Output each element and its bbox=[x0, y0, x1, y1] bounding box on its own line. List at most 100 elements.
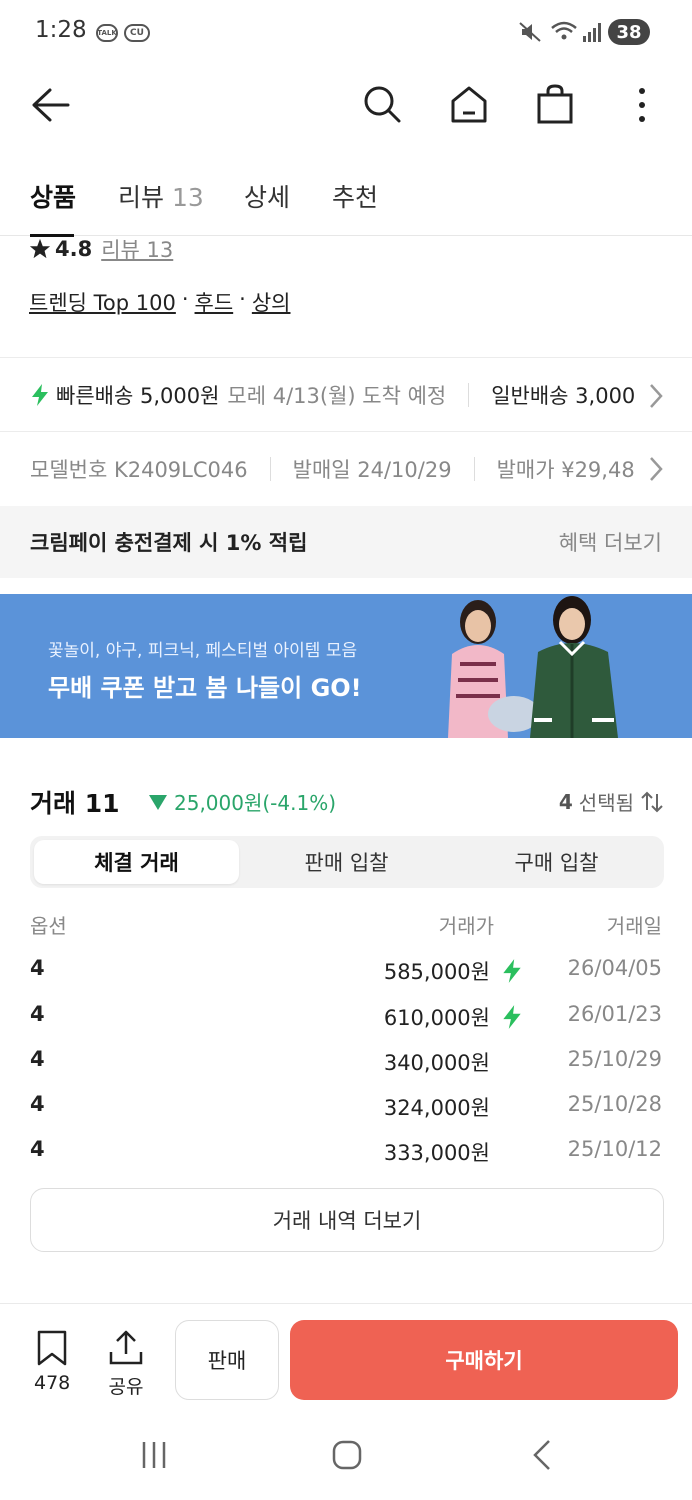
top-header bbox=[0, 64, 692, 148]
trade-table-header: 옵션 거래가 거래일 bbox=[30, 910, 664, 940]
trade-price: 610,000원 bbox=[383, 1006, 490, 1030]
benefit-more-link[interactable]: 혜택 더보기 bbox=[559, 527, 662, 557]
tab-review[interactable]: 리뷰 13 bbox=[118, 178, 204, 214]
signal-icon bbox=[583, 23, 601, 42]
rating-score: 4.8 bbox=[55, 237, 93, 261]
share-button[interactable]: 공유 bbox=[108, 1330, 144, 1399]
star-icon bbox=[29, 238, 51, 259]
trade-row: 4 333,000원 25/10/12 bbox=[30, 1129, 664, 1173]
product-info-row[interactable]: 모델번호 K2409LC046 발매일 24/10/29 발매가 ¥29,48 bbox=[0, 432, 692, 506]
search-icon[interactable] bbox=[362, 84, 402, 124]
trade-price: 333,000원 bbox=[383, 1141, 490, 1165]
trade-option: 4 bbox=[30, 956, 45, 980]
trade-row: 4 585,000원 26/04/05 bbox=[30, 948, 664, 992]
segment-completed-trades[interactable]: 체결 거래 bbox=[34, 840, 239, 884]
system-nav-bar bbox=[0, 1412, 692, 1500]
trade-option: 4 bbox=[30, 1047, 45, 1071]
talk-notification-icon: TALK bbox=[96, 24, 118, 42]
category-link-top[interactable]: 상의 bbox=[252, 287, 291, 317]
release-price: 발매가 ¥29,48 bbox=[496, 458, 635, 482]
lightning-icon bbox=[503, 959, 521, 983]
review-link[interactable]: 리뷰 13 bbox=[101, 234, 173, 264]
size-filter[interactable]: 4 선택됨 bbox=[559, 787, 664, 816]
trade-type-segment: 체결 거래 판매 입찰 구매 입찰 bbox=[30, 836, 664, 888]
product-tabs: 상품 리뷰 13 상세 추천 bbox=[0, 150, 692, 237]
trade-row: 4 340,000원 25/10/29 bbox=[30, 1039, 664, 1083]
model-number: 모델번호 K2409LC046 bbox=[30, 458, 248, 482]
column-option: 옵션 bbox=[30, 914, 67, 938]
trade-history-more-button[interactable]: 거래 내역 더보기 bbox=[30, 1188, 664, 1252]
home-icon[interactable] bbox=[449, 84, 489, 124]
sell-button[interactable]: 판매 bbox=[175, 1320, 279, 1400]
trade-date: 26/01/23 bbox=[567, 1002, 662, 1026]
sort-arrows-icon bbox=[641, 791, 663, 812]
chevron-right-icon[interactable] bbox=[648, 456, 664, 482]
price-change: 25,000원(-4.1%) bbox=[148, 787, 336, 816]
share-label: 공유 bbox=[108, 1376, 144, 1398]
trade-history-header: 거래 11 25,000원(-4.1%) 4 선택됨 bbox=[30, 782, 664, 818]
banner-title: 무배 쿠폰 받고 봄 나들이 GO! bbox=[48, 674, 362, 702]
trade-price: 324,000원 bbox=[383, 1096, 490, 1120]
divider bbox=[468, 383, 470, 407]
release-date: 발매일 24/10/29 bbox=[292, 458, 452, 482]
benefit-text: 크림페이 충전결제 시 1% 적립 bbox=[30, 531, 308, 555]
more-vertical-icon[interactable] bbox=[632, 86, 652, 124]
selected-label: 선택됨 bbox=[578, 791, 634, 815]
trade-date: 25/10/29 bbox=[567, 1047, 662, 1071]
tab-detail[interactable]: 상세 bbox=[244, 178, 290, 214]
battery-indicator: 38 bbox=[608, 19, 650, 45]
status-bar: 1:28 TALK CU 38 bbox=[0, 0, 692, 64]
back-nav-icon[interactable] bbox=[530, 1439, 554, 1471]
tab-product[interactable]: 상품 bbox=[30, 178, 76, 214]
normal-shipping-label: 일반배송 3,000 bbox=[491, 384, 636, 408]
shipping-options[interactable]: 빠른배송 5,000원 모레 4/13(월) 도착 예정 일반배송 3,000 bbox=[0, 358, 692, 432]
trade-option: 4 bbox=[30, 1092, 45, 1116]
bookmark-count: 478 bbox=[34, 1372, 71, 1394]
trade-row: 4 324,000원 25/10/28 bbox=[30, 1084, 664, 1128]
column-date: 거래일 bbox=[606, 914, 662, 938]
selected-size: 4 bbox=[558, 789, 573, 814]
trade-date: 25/10/28 bbox=[567, 1092, 662, 1116]
trade-count-title: 거래 11 bbox=[30, 789, 120, 818]
tab-recommend[interactable]: 추천 bbox=[332, 178, 378, 214]
banner-subtitle: 꽃놀이, 야구, 피크닉, 페스티벌 아이템 모음 bbox=[48, 641, 358, 661]
category-links: 트렌딩 Top 100 · 후드 · 상의 bbox=[29, 287, 291, 317]
back-arrow-icon[interactable] bbox=[30, 86, 70, 124]
chevron-right-icon[interactable] bbox=[648, 383, 664, 409]
benefit-bar: 크림페이 충전결제 시 1% 적립 혜택 더보기 bbox=[0, 506, 692, 578]
cu-notification-icon: CU bbox=[124, 24, 150, 42]
fast-shipping-label: 빠른배송 5,000원 bbox=[56, 384, 220, 408]
segment-buy-bids[interactable]: 구매 입찰 bbox=[454, 840, 659, 884]
segment-sell-bids[interactable]: 판매 입찰 bbox=[244, 840, 449, 884]
fast-shipping-eta: 모레 4/13(월) 도착 예정 bbox=[227, 384, 447, 408]
trending-link[interactable]: 트렌딩 Top 100 bbox=[29, 287, 176, 317]
divider bbox=[269, 457, 271, 481]
trade-date: 25/10/12 bbox=[567, 1137, 662, 1161]
share-icon bbox=[109, 1330, 143, 1365]
status-time: 1:28 bbox=[35, 17, 87, 43]
lightning-icon bbox=[503, 1005, 521, 1029]
bottom-action-bar: 478 공유 판매 구매하기 bbox=[0, 1303, 692, 1411]
category-separator: · bbox=[239, 287, 246, 311]
home-nav-icon[interactable] bbox=[332, 1440, 362, 1470]
lightning-icon bbox=[32, 384, 48, 406]
recent-apps-icon[interactable] bbox=[140, 1440, 170, 1470]
buy-button[interactable]: 구매하기 bbox=[290, 1320, 678, 1400]
trade-option: 4 bbox=[30, 1137, 45, 1161]
banner-models-image bbox=[448, 596, 618, 738]
divider bbox=[473, 457, 475, 481]
wifi-icon bbox=[551, 21, 577, 40]
category-link-hood[interactable]: 후드 bbox=[195, 287, 234, 317]
mute-icon bbox=[519, 22, 541, 42]
trade-date: 26/04/05 bbox=[567, 956, 662, 980]
shopping-bag-icon[interactable] bbox=[536, 84, 574, 124]
bookmark-icon bbox=[37, 1330, 67, 1366]
bookmark-button[interactable]: 478 bbox=[34, 1330, 70, 1394]
price-change-value: 25,000원(-4.1%) bbox=[174, 791, 337, 815]
trade-row: 4 610,000원 26/01/23 bbox=[30, 994, 664, 1038]
column-price: 거래가 bbox=[438, 914, 494, 938]
promo-banner[interactable]: 꽃놀이, 야구, 피크닉, 페스티벌 아이템 모음 무배 쿠폰 받고 봄 나들이… bbox=[0, 594, 692, 738]
rating-summary: 4.8 리뷰 13 bbox=[29, 234, 173, 264]
category-separator: · bbox=[181, 287, 189, 311]
trade-price: 585,000원 bbox=[383, 960, 490, 984]
